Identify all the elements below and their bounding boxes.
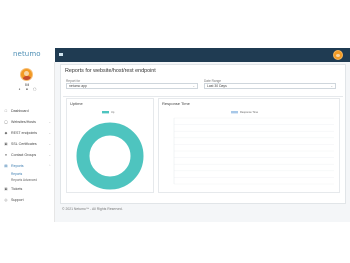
uptime-legend-swatch bbox=[102, 111, 109, 114]
sidebar-user-actions: ● ■ ◯ bbox=[18, 88, 37, 91]
chevron-down-icon: ⌄ bbox=[192, 84, 195, 88]
uptime-chart: Up bbox=[76, 110, 144, 190]
sidebar-item-support[interactable]: ◎ Support bbox=[0, 194, 55, 205]
globe-icon: ◯ bbox=[4, 119, 9, 124]
uptime-slice[interactable] bbox=[76, 122, 144, 190]
sidebar-item-label: SSL Certificates bbox=[11, 141, 37, 146]
sidebar-item-label: Websites/Hosts bbox=[11, 119, 36, 124]
sidebar-item-contact-groups[interactable]: ● Contact Groups ⌄ bbox=[0, 149, 55, 160]
sidebar-item-websites-hosts[interactable]: ◯ Websites/Hosts ⌄ bbox=[0, 116, 55, 127]
report-for-value: netumo app bbox=[69, 84, 87, 88]
power-icon[interactable]: ◯ bbox=[33, 88, 36, 91]
certificate-icon: ▣ bbox=[4, 141, 8, 146]
app-root: netumo Bill ● ■ ◯ □ Dashboard ◯ Websites… bbox=[0, 0, 350, 263]
date-range-select[interactable]: Last 30 Days ⌄ bbox=[204, 83, 336, 89]
user-avatar-button[interactable] bbox=[333, 50, 343, 60]
sidebar-item-label: Tickets bbox=[11, 186, 23, 191]
dashboard-icon: □ bbox=[4, 108, 8, 113]
sidebar-item-label: Reports bbox=[11, 163, 24, 168]
page-bottom bbox=[0, 222, 350, 263]
lock-icon[interactable]: ■ bbox=[26, 88, 29, 91]
chevron-down-icon: ⌄ bbox=[330, 84, 333, 88]
chevron-down-icon: ⌄ bbox=[48, 131, 51, 135]
response-legend-swatch bbox=[231, 111, 238, 114]
response-grid bbox=[173, 117, 334, 185]
date-range-value: Last 30 Days bbox=[207, 84, 227, 88]
footer-text: © 2021 Netumo™ - All Rights Reserved. bbox=[62, 207, 123, 211]
sidebar-item-reports[interactable]: ▤ Reports ⌃ bbox=[0, 160, 55, 171]
sidebar-item-ssl-certificates[interactable]: ▣ SSL Certificates ⌄ bbox=[0, 138, 55, 149]
api-icon: ◆ bbox=[4, 130, 8, 135]
app-logo[interactable]: netumo bbox=[13, 50, 41, 58]
support-icon: ◎ bbox=[4, 197, 8, 202]
response-chart: Response Time bbox=[173, 110, 334, 185]
sidebar-item-dashboard[interactable]: □ Dashboard bbox=[0, 105, 55, 116]
user-icon[interactable]: ● bbox=[18, 88, 21, 91]
chevron-up-icon: ⌃ bbox=[48, 164, 51, 168]
reports-icon: ▤ bbox=[4, 163, 8, 168]
sidebar-item-tickets[interactable]: ▣ Tickets bbox=[0, 183, 55, 194]
sidebar-item-label: Dashboard bbox=[11, 108, 29, 113]
chevron-down-icon: ⌄ bbox=[48, 153, 51, 157]
hamburger-icon[interactable] bbox=[59, 53, 63, 56]
sidebar-nav: □ Dashboard ◯ Websites/Hosts ⌄ ◆ REST en… bbox=[0, 105, 55, 205]
chevron-down-icon: ⌄ bbox=[48, 120, 51, 124]
divider bbox=[63, 96, 343, 97]
contacts-icon: ● bbox=[4, 152, 8, 157]
page-title: Reports for website/host/rest endpoint bbox=[65, 68, 156, 74]
chevron-down-icon: ⌄ bbox=[48, 142, 51, 146]
sidebar-item-label: REST endpoints bbox=[11, 130, 38, 135]
uptime-legend-label: Up bbox=[111, 110, 115, 114]
report-for-select[interactable]: netumo app ⌄ bbox=[66, 83, 198, 89]
sidebar-avatar bbox=[20, 68, 33, 81]
sidebar-item-label: Support bbox=[11, 197, 24, 202]
response-legend-label: Response Time bbox=[240, 110, 259, 114]
top-bar bbox=[55, 48, 350, 62]
sidebar-item-label: Contact Groups bbox=[11, 152, 37, 157]
uptime-donut bbox=[76, 122, 144, 190]
sidebar-item-rest-endpoints[interactable]: ◆ REST endpoints ⌄ bbox=[0, 127, 55, 138]
ticket-icon: ▣ bbox=[4, 186, 8, 191]
